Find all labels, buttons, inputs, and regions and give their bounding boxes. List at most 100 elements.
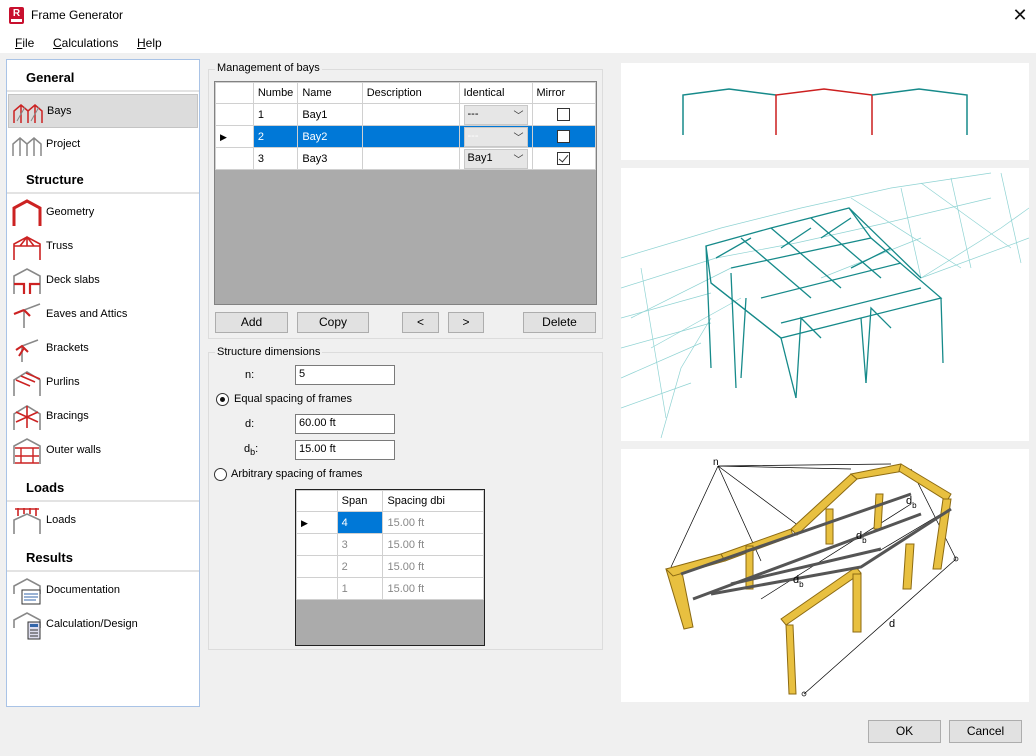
n-label: n:: [245, 369, 255, 381]
cancel-button[interactable]: Cancel: [949, 720, 1022, 743]
table-row[interactable]: 1 15.00 ft: [296, 577, 484, 600]
nav-item-documentation[interactable]: Documentation: [8, 574, 198, 608]
cell-span[interactable]: 3: [336, 533, 384, 556]
nav-item-purlins[interactable]: Purlins: [8, 366, 198, 400]
move-left-button[interactable]: <: [402, 312, 439, 333]
menu-file[interactable]: File: [15, 36, 34, 50]
nav-heading-results: Results: [7, 540, 199, 572]
cell-number[interactable]: 1: [252, 103, 299, 126]
cell-name[interactable]: Bay2: [297, 125, 363, 148]
identical-dropdown[interactable]: --- ﹀: [463, 126, 528, 147]
mirror-checkbox[interactable]: [557, 130, 571, 143]
copy-button[interactable]: Copy: [297, 312, 369, 333]
nav-item-bays[interactable]: Bays: [8, 94, 198, 128]
cell-spacing[interactable]: 15.00 ft: [382, 511, 484, 534]
nav-item-deck-slabs[interactable]: Deck slabs: [8, 264, 198, 298]
row-header[interactable]: [296, 533, 338, 556]
table-row[interactable]: 3 15.00 ft: [296, 533, 484, 556]
cell-spacing[interactable]: 15.00 ft: [382, 577, 484, 600]
column-header-description[interactable]: Description: [361, 82, 460, 104]
cell-description[interactable]: [361, 125, 460, 148]
row-header-corner: [215, 82, 254, 104]
window-title: Frame Generator: [31, 8, 124, 22]
table-row[interactable]: 2 15.00 ft: [296, 555, 484, 578]
span-header-row: Span Spacing dbi: [296, 490, 484, 512]
nav-item-loads[interactable]: Loads: [8, 504, 198, 538]
column-header-spacing[interactable]: Spacing dbi: [382, 490, 484, 512]
d-diagram-label: d: [889, 618, 895, 630]
menu-help[interactable]: Help: [137, 36, 162, 50]
column-header-mirror[interactable]: Mirror: [531, 82, 596, 104]
arbitrary-spacing-label[interactable]: Arbitrary spacing of frames: [231, 468, 362, 480]
d-input[interactable]: 60.00 ft: [295, 414, 395, 434]
cell-span[interactable]: 4: [336, 511, 384, 534]
identical-dropdown[interactable]: Bay1 ﹀: [463, 148, 528, 169]
arbitrary-spacing-radio[interactable]: [214, 468, 227, 481]
cell-identical[interactable]: --- ﹀: [458, 103, 533, 126]
db-input[interactable]: 15.00 ft: [295, 440, 395, 460]
add-button[interactable]: Add: [215, 312, 288, 333]
cell-spacing[interactable]: 15.00 ft: [382, 555, 484, 578]
column-header-identical[interactable]: Identical: [458, 82, 533, 104]
geometry-icon: [12, 199, 42, 226]
n-input[interactable]: 5: [295, 365, 395, 385]
nav-item-truss[interactable]: Truss: [8, 230, 198, 264]
column-header-number[interactable]: Numbe: [252, 82, 299, 104]
nav-item-label: Calculation/Design: [46, 618, 138, 630]
table-row[interactable]: 3 Bay3 Bay1 ﹀: [215, 147, 596, 170]
nav-item-project[interactable]: Project: [8, 128, 198, 162]
nav-item-label: Loads: [46, 514, 76, 526]
row-header[interactable]: ▶: [215, 125, 254, 148]
nav-item-label: Geometry: [46, 206, 95, 218]
column-header-name[interactable]: Name: [297, 82, 363, 104]
bays-icon: [13, 104, 43, 123]
nav-item-label: Outer walls: [46, 444, 102, 456]
menu-calculations[interactable]: Calculations: [53, 36, 118, 50]
row-header[interactable]: [296, 577, 338, 600]
nav-item-outer-walls[interactable]: Outer walls: [8, 434, 198, 468]
nav-item-eaves[interactable]: Eaves and Attics: [8, 298, 198, 332]
nav-item-geometry[interactable]: Geometry: [8, 196, 198, 230]
cell-mirror[interactable]: [531, 147, 596, 170]
row-header[interactable]: [215, 147, 254, 170]
cell-span[interactable]: 2: [336, 555, 384, 578]
identical-dropdown[interactable]: --- ﹀: [463, 104, 528, 125]
column-header-span[interactable]: Span: [336, 490, 384, 512]
cell-name[interactable]: Bay1: [297, 103, 363, 126]
bracings-icon: [13, 405, 41, 430]
equal-spacing-radio[interactable]: [216, 393, 229, 406]
ok-button[interactable]: OK: [868, 720, 941, 743]
mirror-checkbox[interactable]: [557, 108, 571, 121]
structure-group-title: Structure dimensions: [215, 346, 323, 358]
cell-mirror[interactable]: [531, 125, 596, 148]
cell-number[interactable]: 3: [252, 147, 299, 170]
nav-item-label: Deck slabs: [46, 274, 100, 286]
row-header[interactable]: [296, 555, 338, 578]
nav-item-brackets[interactable]: Brackets: [8, 332, 198, 366]
cell-description[interactable]: [361, 103, 460, 126]
cell-identical[interactable]: --- ﹀: [458, 125, 533, 148]
purlins-icon: [13, 371, 41, 396]
loads-icon: [13, 508, 41, 534]
cell-description[interactable]: [361, 147, 460, 170]
table-row[interactable]: 1 Bay1 --- ﹀: [215, 103, 596, 126]
close-icon[interactable]: ✕: [1008, 4, 1032, 28]
cell-number[interactable]: 2: [252, 125, 299, 148]
nav-item-calculation[interactable]: Calculation/Design: [8, 608, 198, 642]
delete-button[interactable]: Delete: [523, 312, 596, 333]
cell-name[interactable]: Bay3: [297, 147, 363, 170]
row-header[interactable]: [215, 103, 254, 126]
truss-icon: [13, 235, 41, 260]
move-right-button[interactable]: >: [448, 312, 484, 333]
cell-identical[interactable]: Bay1 ﹀: [458, 147, 533, 170]
span-grid: Span Spacing dbi ▶ 4 15.00 ft 3 15.00 ft…: [295, 489, 485, 646]
mirror-checkbox[interactable]: [557, 152, 571, 165]
table-row-selected[interactable]: ▶ 2 Bay2 --- ﹀: [215, 125, 596, 148]
cell-mirror[interactable]: [531, 103, 596, 126]
equal-spacing-label[interactable]: Equal spacing of frames: [234, 393, 352, 405]
nav-item-bracings[interactable]: Bracings: [8, 400, 198, 434]
table-row[interactable]: ▶ 4 15.00 ft: [296, 511, 484, 534]
row-header[interactable]: ▶: [296, 511, 338, 534]
cell-spacing[interactable]: 15.00 ft: [382, 533, 484, 556]
cell-span[interactable]: 1: [336, 577, 384, 600]
